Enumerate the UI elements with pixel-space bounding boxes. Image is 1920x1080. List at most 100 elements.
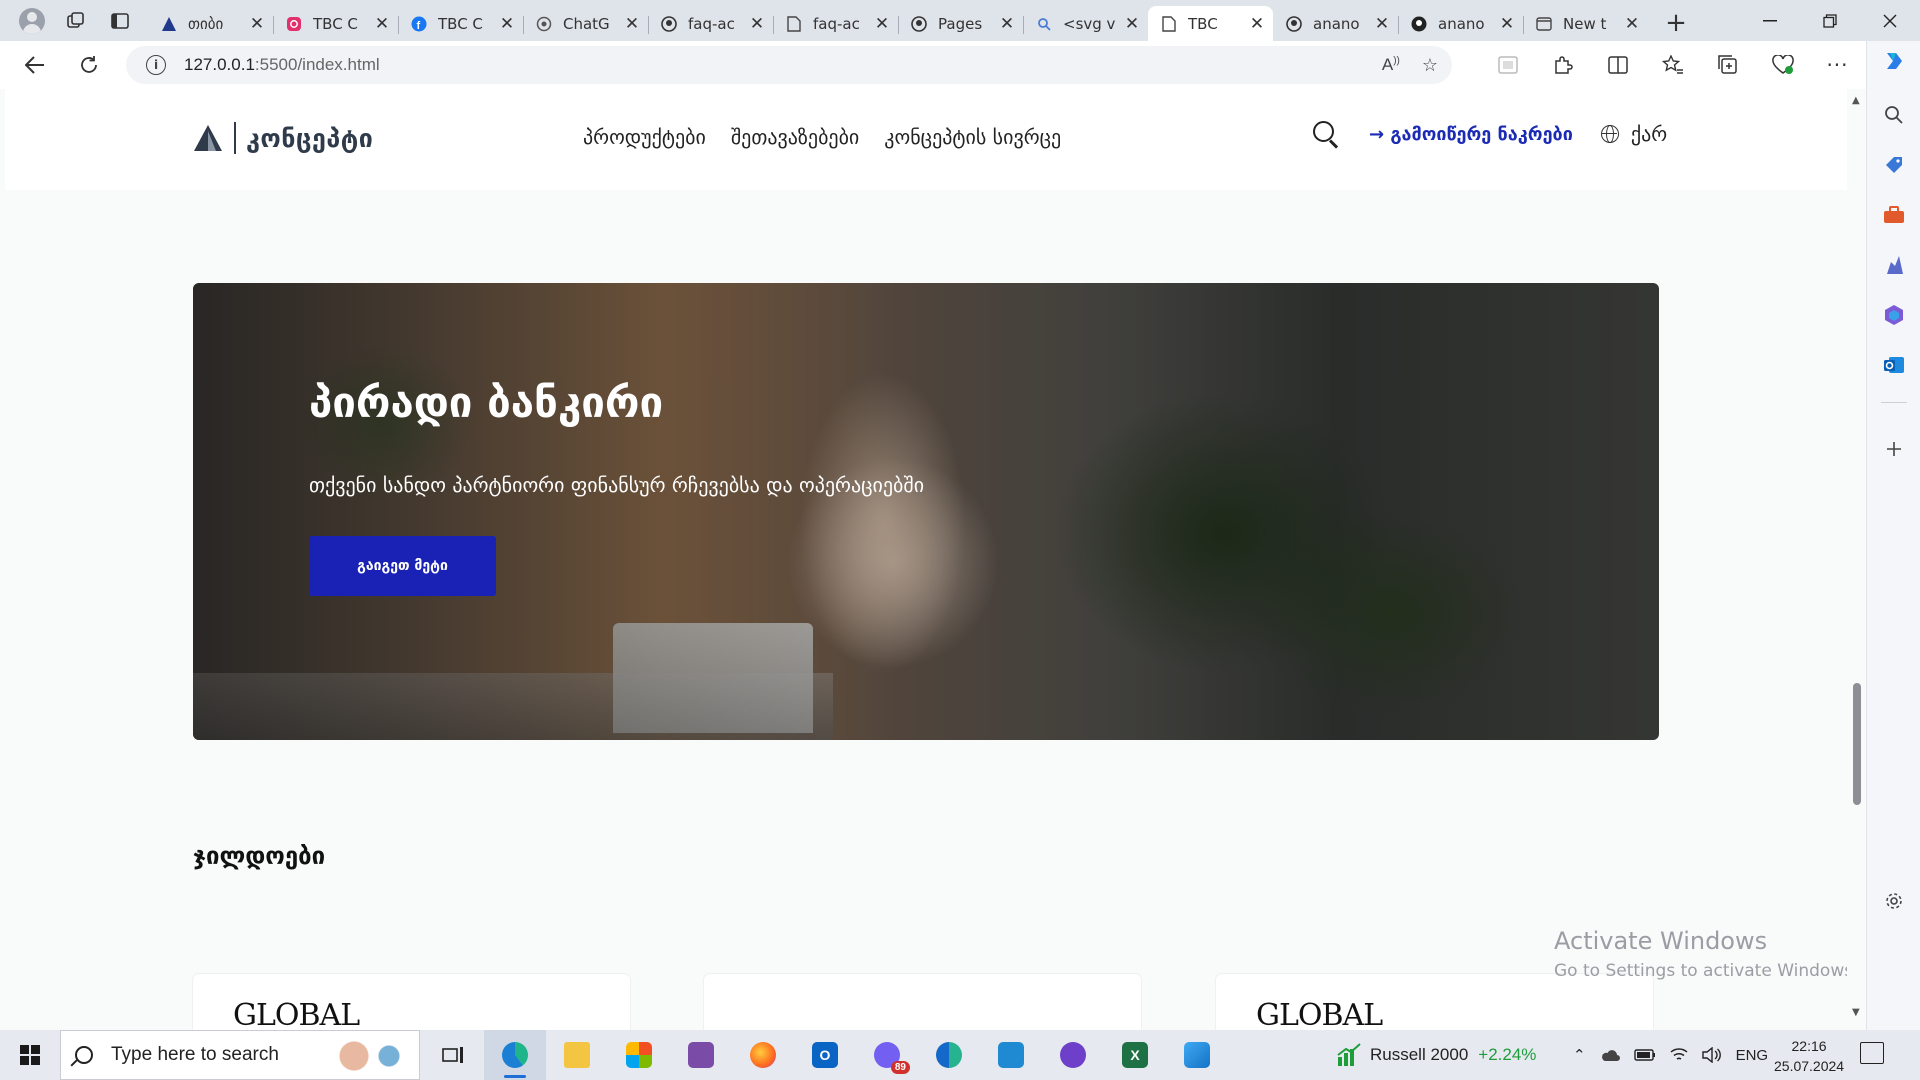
- close-icon[interactable]: ✕: [624, 14, 640, 34]
- outlook-icon[interactable]: [1882, 353, 1906, 377]
- copilot-icon[interactable]: [1882, 49, 1906, 73]
- taskbar-edge[interactable]: [484, 1030, 546, 1080]
- browser-tab-active[interactable]: TBC ✕: [1148, 6, 1273, 41]
- url-text[interactable]: 127.0.0.1:5500/index.html: [184, 55, 380, 75]
- vertical-tabs-button[interactable]: [98, 0, 142, 41]
- scroll-up-arrow-icon[interactable]: ▲: [1852, 95, 1860, 106]
- close-icon[interactable]: ✕: [374, 14, 390, 34]
- new-tab-button[interactable]: +: [1656, 7, 1696, 39]
- taskbar-outlook[interactable]: O: [794, 1030, 856, 1080]
- close-icon[interactable]: ✕: [1374, 14, 1390, 34]
- close-icon[interactable]: ✕: [1124, 14, 1140, 34]
- learn-more-button[interactable]: გაიგეთ მეტი: [309, 536, 496, 596]
- volume-icon[interactable]: [1701, 1047, 1722, 1063]
- search-icon[interactable]: [1882, 103, 1906, 127]
- browser-tab[interactable]: თიბი ✕: [148, 8, 273, 40]
- minimize-button[interactable]: [1740, 0, 1800, 41]
- app-available-button[interactable]: [1480, 45, 1535, 85]
- close-window-button[interactable]: [1860, 0, 1920, 41]
- close-icon[interactable]: ✕: [749, 14, 765, 34]
- browser-tab[interactable]: TBC C ✕: [273, 8, 398, 40]
- notifications-icon[interactable]: [1860, 1042, 1884, 1064]
- profile-button[interactable]: [10, 0, 54, 41]
- nav-item-concept-space[interactable]: კონცეპტის სივრცე: [884, 125, 1061, 149]
- scroll-down-arrow-icon[interactable]: ▼: [1852, 1007, 1860, 1018]
- taskbar-vscode[interactable]: [980, 1030, 1042, 1080]
- award-card[interactable]: [704, 974, 1141, 1030]
- award-card[interactable]: GLOBAL: [1216, 974, 1653, 1030]
- globe-icon: [1600, 125, 1619, 143]
- browser-tab[interactable]: Pages ✕: [898, 8, 1023, 40]
- watermark-line2: Go to Settings to activate Windows.: [1554, 961, 1859, 981]
- sidebar-settings-icon[interactable]: [1882, 889, 1906, 913]
- browser-essentials-button[interactable]: [1755, 45, 1810, 85]
- browser-tab[interactable]: faq-ac ✕: [648, 8, 773, 40]
- taskbar-edge-dev[interactable]: [918, 1030, 980, 1080]
- taskbar-viber[interactable]: 89: [856, 1030, 918, 1080]
- close-icon[interactable]: ✕: [249, 14, 265, 34]
- window-controls: [1740, 0, 1920, 41]
- games-icon[interactable]: [1882, 253, 1906, 277]
- chevron-up-icon[interactable]: ⌃: [1573, 1046, 1586, 1064]
- read-aloud-icon[interactable]: A)): [1382, 55, 1400, 75]
- tab-title: თიბი: [188, 14, 224, 33]
- onedrive-icon[interactable]: [1600, 1048, 1620, 1062]
- site-logo[interactable]: კონცეპტი: [194, 122, 373, 154]
- extensions-button[interactable]: [1535, 45, 1590, 85]
- browser-tab[interactable]: ChatG ✕: [523, 8, 648, 40]
- taskbar-app[interactable]: [670, 1030, 732, 1080]
- workspaces-button[interactable]: [54, 0, 98, 41]
- split-screen-button[interactable]: [1590, 45, 1645, 85]
- scrollbar-thumb[interactable]: [1853, 683, 1861, 805]
- shopping-tag-icon[interactable]: [1882, 153, 1906, 177]
- close-icon[interactable]: ✕: [1249, 14, 1265, 34]
- favorite-star-icon[interactable]: ☆: [1422, 55, 1438, 76]
- taskbar-firefox[interactable]: [732, 1030, 794, 1080]
- battery-icon[interactable]: [1633, 1049, 1656, 1061]
- close-icon[interactable]: ✕: [999, 14, 1015, 34]
- taskbar-file-explorer[interactable]: [546, 1030, 608, 1080]
- task-view-button[interactable]: [422, 1030, 484, 1080]
- taskbar-photos[interactable]: [1166, 1030, 1228, 1080]
- taskbar-store[interactable]: [608, 1030, 670, 1080]
- nav-item-offers[interactable]: შეთავაზებები: [731, 125, 859, 149]
- add-icon[interactable]: [1882, 437, 1906, 461]
- browser-tab[interactable]: f TBC C ✕: [398, 8, 523, 40]
- start-button[interactable]: [0, 1030, 60, 1080]
- browser-tab[interactable]: anano ✕: [1398, 8, 1523, 40]
- close-icon[interactable]: ✕: [499, 14, 515, 34]
- wifi-icon[interactable]: [1670, 1047, 1688, 1063]
- back-button[interactable]: [10, 45, 60, 85]
- language-switcher[interactable]: ქარ: [1600, 122, 1667, 146]
- taskbar-github-desktop[interactable]: [1042, 1030, 1104, 1080]
- close-icon[interactable]: ✕: [874, 14, 890, 34]
- taskbar-clock[interactable]: 22:16 25.07.2024: [1774, 1036, 1844, 1076]
- restore-button[interactable]: [1800, 0, 1860, 41]
- microsoft-365-icon[interactable]: [1882, 303, 1906, 327]
- browser-tab[interactable]: anano ✕: [1273, 8, 1398, 40]
- refresh-button[interactable]: [64, 45, 114, 85]
- close-icon[interactable]: ✕: [1624, 14, 1640, 34]
- nav-item-products[interactable]: პროდუქტები: [583, 125, 706, 149]
- site-info-icon[interactable]: i: [146, 55, 166, 75]
- search-icon[interactable]: [1311, 119, 1341, 149]
- page-scrollbar[interactable]: ▲ ▼: [1847, 89, 1866, 1030]
- close-icon[interactable]: ✕: [1499, 14, 1515, 34]
- collections-button[interactable]: [1700, 45, 1755, 85]
- edge-dev-icon: [936, 1042, 962, 1068]
- subscribe-link[interactable]: → გამოიწერე ნაკრები: [1369, 124, 1573, 145]
- award-card[interactable]: GLOBAL: [193, 974, 630, 1030]
- stock-widget[interactable]: Russell 2000 +2.24%: [1336, 1030, 1536, 1080]
- settings-more-button[interactable]: ···: [1810, 45, 1865, 85]
- taskbar-excel[interactable]: X: [1104, 1030, 1166, 1080]
- input-language[interactable]: ENG: [1736, 1047, 1769, 1064]
- favorites-button[interactable]: [1645, 45, 1700, 85]
- taskbar-apps: O 89 X: [422, 1030, 1228, 1080]
- vscode-icon: [998, 1042, 1024, 1068]
- taskbar-search[interactable]: Type here to search: [60, 1030, 420, 1080]
- address-bar[interactable]: i 127.0.0.1:5500/index.html A)) ☆: [126, 46, 1452, 84]
- browser-tab[interactable]: New t ✕: [1523, 8, 1648, 40]
- browser-tab[interactable]: faq-ac ✕: [773, 8, 898, 40]
- browser-tab[interactable]: <svg v ✕: [1023, 8, 1148, 40]
- tools-icon[interactable]: [1882, 203, 1906, 227]
